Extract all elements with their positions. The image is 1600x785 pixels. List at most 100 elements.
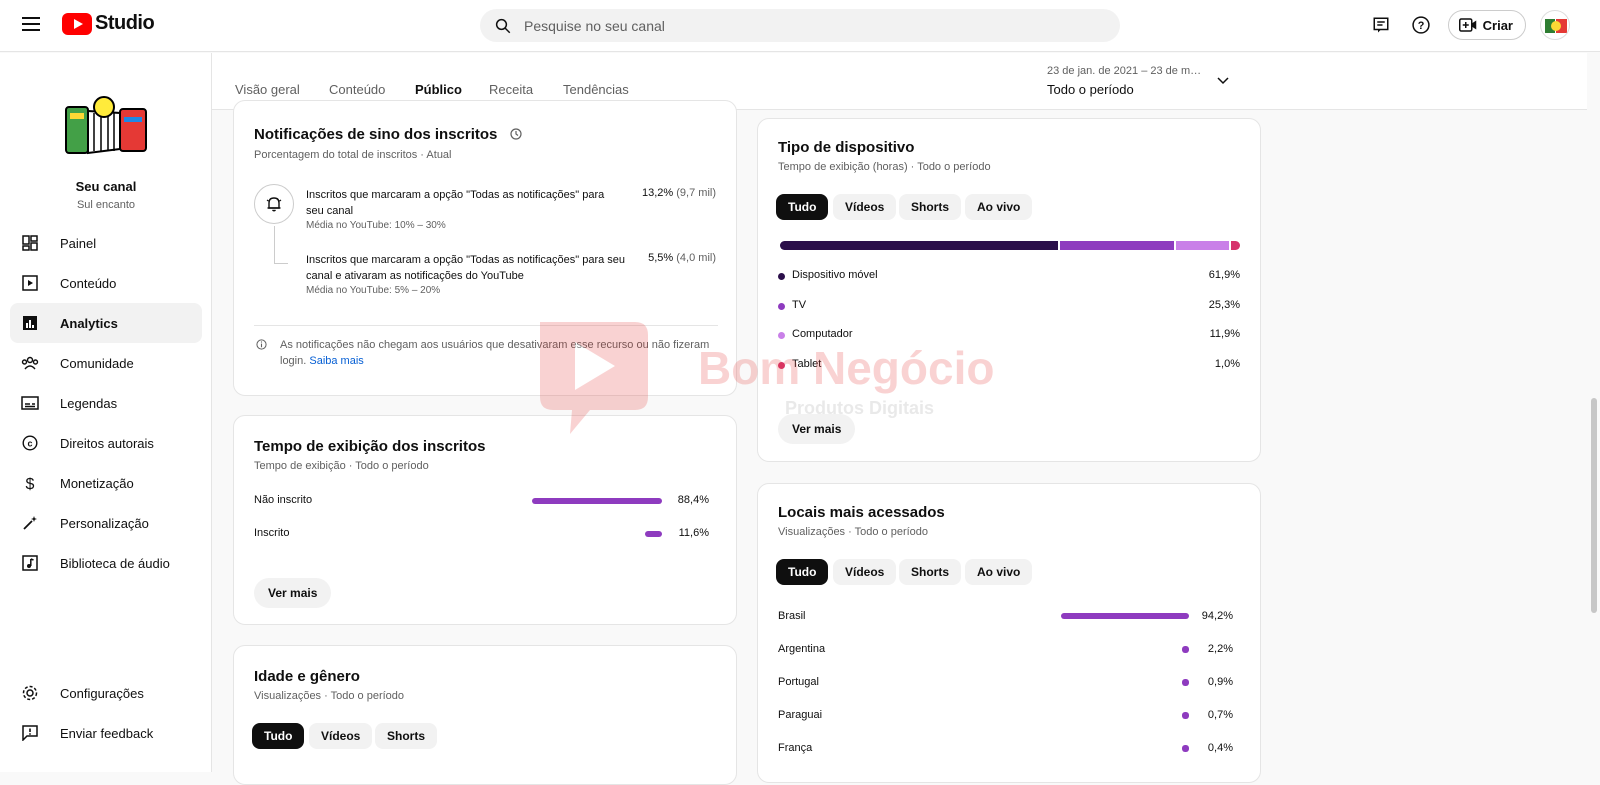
community-icon [20,353,40,373]
device-legend-dot [778,302,785,310]
card-subtitle: Visualizações · Todo o período [254,690,405,702]
device-row-value: 61,9% [1208,269,1240,281]
sidebar-bottom-nav: Configurações Enviar feedback [10,673,202,753]
card-subtitle: Tempo de exibição (horas) · Todo o perío… [778,161,991,173]
sidebar-item-configuracoes[interactable]: Configurações [10,673,202,713]
sidebar: Seu canal Sul encanto Painel Conteúdo An… [0,53,212,772]
chip-shorts[interactable]: Shorts [899,194,962,220]
location-row-bar [1061,613,1189,619]
watch-row-value: 88,4% [677,494,709,506]
bell-row-1-text: Inscritos que marcaram a opção "Todas as… [306,189,605,217]
device-row-value: 25,3% [1208,298,1240,311]
sidebar-item-label: Enviar feedback [60,725,154,741]
tab-visao-geral[interactable]: Visão geral [235,82,300,97]
watch-row-label: Inscrito [254,527,290,539]
search-bar[interactable] [480,9,1120,42]
sidebar-item-biblioteca-audio[interactable]: Biblioteca de áudio [10,543,202,583]
logo-text: Studio [95,12,155,34]
location-row-value: 94,2% [1201,610,1233,622]
sidebar-item-label: Comunidade [60,355,134,371]
location-row-bar [1182,712,1189,719]
learn-more-link[interactable]: Saiba mais [309,355,363,367]
age-gender-card: Idade e gênero Visualizações · Todo o pe… [233,645,737,785]
card-title: Tipo de dispositivo [778,139,915,156]
tab-tendencias[interactable]: Tendências [563,82,629,97]
sidebar-item-comunidade[interactable]: Comunidade [10,343,202,383]
bell-notifications-card: Notificações de sino dos inscritos Porce… [233,100,737,396]
add-video-icon [1458,18,1476,32]
scrollbar[interactable] [1588,53,1600,772]
sidebar-item-analytics[interactable]: Analytics [10,303,202,343]
sidebar-item-label: Conteúdo [60,275,117,291]
chip-videos[interactable]: Vídeos [309,723,373,749]
sidebar-item-painel[interactable]: Painel [10,223,202,263]
account-avatar[interactable] [1540,10,1570,40]
chip-tudo[interactable]: Tudo [776,559,829,585]
device-row-value: 11,9% [1209,328,1240,340]
period-selector[interactable]: 23 de jan. de 2021 – 23 de mar. ... Todo… [1047,65,1247,97]
feedback-messages-icon[interactable] [1368,12,1394,38]
location-row-label: Paraguai [778,709,823,721]
search-icon [495,18,511,33]
audio-library-icon [20,553,40,573]
location-row-bar [1182,745,1189,752]
sidebar-item-label: Painel [60,235,97,251]
sidebar-item-conteudo[interactable]: Conteúdo [10,263,202,303]
sidebar-item-direitos-autorais[interactable]: c Direitos autorais [10,423,202,463]
device-segment [780,241,1059,250]
chip-videos[interactable]: Vídeos [833,194,897,220]
sidebar-item-label: Analytics [60,315,118,331]
content-icon [20,273,40,293]
device-legend-dot [778,332,785,339]
bell-row-1-average: Média no YouTube: 10% – 30% [306,220,446,231]
sidebar-nav: Painel Conteúdo Analytics Comunidade Leg… [10,223,202,583]
create-button[interactable]: Criar [1447,10,1526,40]
chip-tudo[interactable]: Tudo [776,194,829,220]
svg-text:c: c [27,439,32,449]
studio-logo[interactable]: Studio [62,12,155,35]
magic-wand-icon [20,513,40,533]
tab-receita[interactable]: Receita [489,82,533,97]
chevron-down-icon [1217,77,1229,85]
subscriber-watch-time-card: Tempo de exibição dos inscritos Tempo de… [233,415,737,625]
card-title: Notificações de sino dos inscritos [254,126,522,143]
chip-ao-vivo[interactable]: Ao vivo [965,559,1033,585]
device-legend-dot [778,361,785,369]
chip-shorts[interactable]: Shorts [899,559,962,585]
chip-videos[interactable]: Vídeos [833,559,897,585]
card-subtitle: Tempo de exibição · Todo o período [254,460,429,472]
feedback-icon [20,723,40,743]
svg-text:?: ? [1417,20,1424,32]
tab-conteudo[interactable]: Conteúdo [329,82,385,97]
chip-tudo[interactable]: Tudo [252,723,305,749]
dashboard-icon [20,233,40,253]
search-input[interactable] [524,17,1084,34]
card-title: Tempo de exibição dos inscritos [254,438,486,455]
svg-text:$: $ [26,476,35,492]
sidebar-item-label: Configurações [60,685,144,701]
bell-row-1-value: 13,2% (9,7 mil) [642,187,716,199]
location-row-label: Argentina [778,643,826,655]
channel-name: Seu canal [75,179,137,194]
location-row-bar [1182,646,1189,653]
bell-row-2-value: 5,5% (4,0 mil) [648,252,716,264]
channel-subtitle: Sul encanto [76,199,136,211]
chip-shorts[interactable]: Shorts [375,723,438,749]
sidebar-item-monetizacao[interactable]: $ Monetização [10,463,202,503]
see-more-button[interactable]: Ver mais [254,578,332,608]
sidebar-item-legendas[interactable]: Legendas [10,383,202,423]
channel-avatar[interactable] [58,77,156,175]
see-more-button[interactable]: Ver mais [778,414,856,444]
device-row-label: Dispositivo móvel [792,269,878,281]
chip-ao-vivo[interactable]: Ao vivo [965,194,1033,220]
help-icon[interactable]: ? [1408,12,1434,38]
sidebar-item-label: Biblioteca de áudio [60,555,170,571]
sidebar-item-enviar-feedback[interactable]: Enviar feedback [10,713,202,753]
sidebar-item-personalizacao[interactable]: Personalização [10,503,202,543]
tab-publico[interactable]: Público [415,82,462,108]
menu-icon[interactable] [22,17,40,31]
device-legend-dot [778,273,785,280]
sidebar-item-label: Monetização [60,475,134,491]
scroll-thumb[interactable] [1591,398,1597,613]
bell-row-2-average: Média no YouTube: 5% – 20% [306,285,441,296]
